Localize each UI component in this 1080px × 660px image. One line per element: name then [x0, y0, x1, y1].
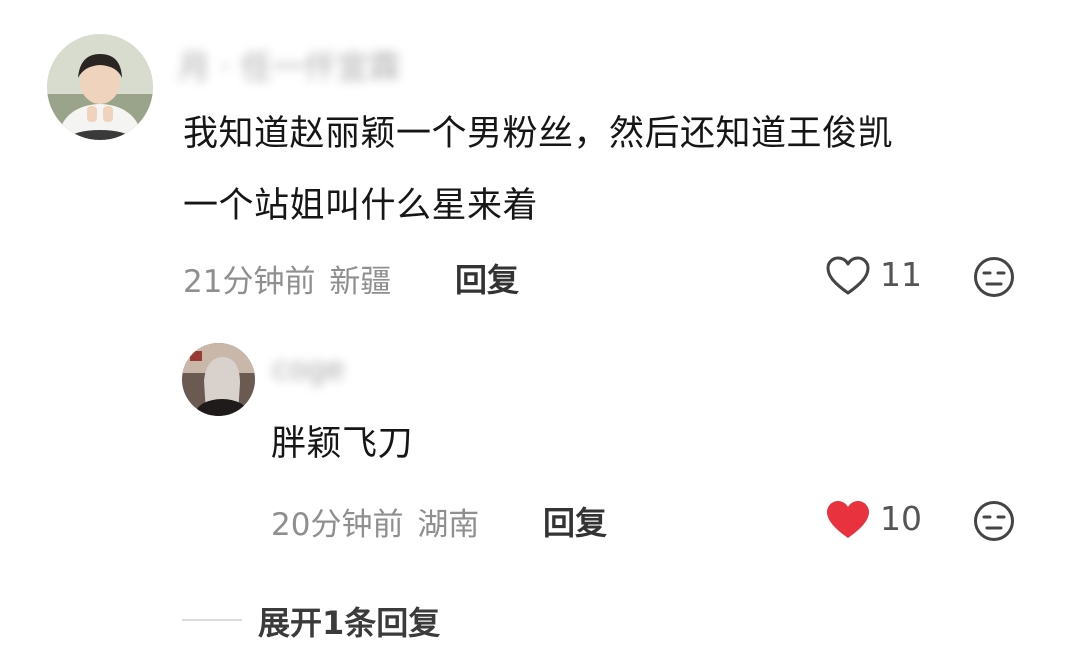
user-photo-avatar-icon	[47, 34, 153, 140]
comment-like-count: 11	[880, 255, 922, 294]
neutral-face-icon[interactable]	[973, 256, 1015, 298]
reply-username[interactable]: coge	[272, 352, 344, 387]
comment-text: 我知道赵丽颖一个男粉丝，然后还知道王俊凯 一个站姐叫什么星来着	[183, 98, 1043, 242]
reply-meta: 20分钟前 湖南	[271, 499, 479, 544]
comment-text-line: 一个站姐叫什么星来着	[183, 186, 539, 226]
comment-meta: 21分钟前 新疆	[183, 256, 391, 301]
reply-reply-button[interactable]: 回复	[543, 498, 607, 544]
comment-avatar[interactable]	[47, 34, 153, 140]
user-photo-avatar-icon	[182, 343, 255, 416]
comment-username[interactable]: 月 · 任一仟宜霖	[178, 42, 401, 88]
reply-avatar[interactable]	[182, 343, 255, 416]
comment-location: 新疆	[329, 264, 392, 300]
reply-text: 胖颖飞刀	[271, 424, 414, 464]
neutral-face-icon[interactable]	[973, 500, 1015, 542]
comment-text-line: 我知道赵丽颖一个男粉丝，然后还知道王俊凯	[183, 114, 894, 154]
expand-divider	[182, 619, 242, 621]
reply-like-count: 10	[880, 499, 922, 538]
reply-location: 湖南	[417, 507, 480, 543]
heart-outline-icon[interactable]	[826, 256, 870, 296]
heart-filled-icon[interactable]	[826, 500, 870, 540]
expand-replies-button[interactable]: 展开1条回复	[258, 598, 440, 644]
reply-time: 20分钟前	[271, 507, 404, 543]
comment-reply-button[interactable]: 回复	[455, 255, 519, 301]
comment-time: 21分钟前	[183, 264, 316, 300]
